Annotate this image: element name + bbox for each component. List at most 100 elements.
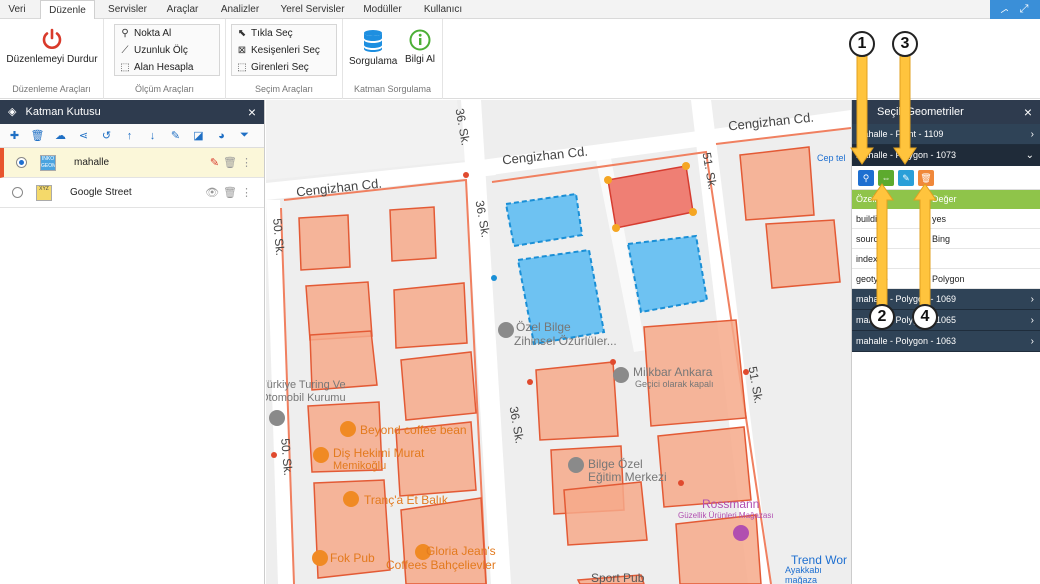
geometry-row[interactable]: mahalle - Polygon - 1063 › [852, 331, 1040, 352]
cursor-icon: ⬉ [237, 28, 247, 39]
attribute-key: source [856, 234, 884, 244]
place-label: Cep tel [817, 153, 846, 163]
attribute-key: index [856, 254, 878, 264]
database-icon [364, 30, 382, 52]
filter-icon[interactable]: ⏷ [233, 129, 256, 142]
query-group: Sorgulama Bilgi Al Katman Sorgulama [343, 19, 443, 99]
click-select-tool[interactable]: ⬉ Tıkla Seç [232, 25, 336, 42]
attribute-table-header: Özellik Değer [852, 190, 1040, 209]
query-label: Sorgulama [349, 56, 398, 67]
layer-panel-header: ◈ Katman Kutusu × [0, 100, 264, 124]
pencil-icon[interactable]: ✎ [210, 157, 223, 169]
layer-row-google-street[interactable]: XYZ Google Street 👁🗑⋮ [0, 178, 264, 208]
within-select-label: Girenleri Seç [251, 62, 309, 73]
intersect-select-tool[interactable]: ⊠ Kesişenleri Seç [232, 42, 336, 59]
trash-icon[interactable]: 🗑 [223, 157, 241, 169]
query-group-label: Katman Sorgulama [353, 84, 432, 94]
add-icon[interactable]: ✚ [3, 129, 26, 142]
info-label: Bilgi Al [404, 54, 435, 65]
attribute-row: geotype Polygon [852, 269, 1040, 289]
arrow-down-icon[interactable]: ↓ [141, 130, 164, 142]
pencil-icon[interactable]: ✎ [164, 129, 187, 142]
pencil-icon: ✎ [902, 173, 910, 183]
ribbon: Düzenlemeyi Durdur Düzenleme Araçları ⚲ N… [0, 19, 1040, 99]
area-tool[interactable]: ⬚ Alan Hesapla [115, 59, 219, 76]
place-label: Fok Pub [330, 551, 375, 565]
history-icon[interactable]: ↺ [95, 129, 118, 142]
selected-geometries-panel: Seçili Geometriler × mahalle - Point - 1… [851, 100, 1040, 584]
delete-geometry-button[interactable]: 🗑 [918, 170, 934, 186]
cloud-icon[interactable]: ☁ [49, 129, 72, 142]
trash-icon[interactable]: 🗑 [26, 129, 49, 142]
tab-moduller[interactable]: Modüller [355, 0, 410, 19]
map-view[interactable]: Cengizhan Cd. Cengizhan Cd. Cengizhan Cd… [266, 100, 851, 584]
chevron-right-icon: › [1030, 129, 1034, 140]
more-icon[interactable]: ⋮ [241, 187, 256, 199]
layer-radio[interactable] [16, 157, 27, 168]
flash-button[interactable]: ⇔ [878, 170, 894, 186]
length-tool[interactable]: ⟋ Uzunluk Ölç [115, 42, 219, 59]
layer-thumbnail: INKO GEOM [40, 155, 56, 171]
layer-actions: ✎🗑⋮ [210, 148, 256, 178]
trash-icon[interactable]: 🗑 [223, 187, 241, 199]
info-button[interactable]: Bilgi Al [401, 29, 439, 65]
share-icon[interactable]: ⋖ [72, 129, 95, 142]
query-button[interactable]: Sorgulama [349, 29, 397, 67]
geometry-row[interactable]: mahalle - Polygon - 1073 ⌄ [852, 145, 1040, 166]
chevron-right-icon: › [1030, 315, 1034, 326]
geometry-row-label: mahalle - Polygon - 1069 [856, 294, 957, 304]
tab-analizler[interactable]: Analizler [215, 0, 265, 19]
geometry-actions: ⚲ ⇔ ✎ 🗑 [852, 166, 1040, 190]
palette-icon[interactable]: ◕ [210, 130, 233, 142]
tab-kullanici[interactable]: Kullanıcı [418, 0, 468, 19]
chevron-right-icon: › [1030, 294, 1034, 305]
selected-panel-title: Seçili Geometriler [877, 106, 964, 118]
close-icon[interactable]: × [248, 100, 256, 124]
callout-badge: 1 [849, 31, 875, 57]
close-icon[interactable]: × [1024, 100, 1032, 124]
trash-icon: 🗑 [920, 173, 932, 183]
layer-row-mahalle[interactable]: INKO GEOM mahalle ✎🗑⋮ [0, 148, 264, 178]
tab-araclar[interactable]: Araçlar [160, 0, 205, 19]
place-label: Coffees Bahçelievler [386, 558, 496, 572]
chevron-right-icon: › [1030, 336, 1034, 347]
fullscreen-button[interactable]: ⤢ [1008, 0, 1040, 19]
stop-edit-button[interactable]: Düzenlemeyi Durdur [4, 27, 100, 65]
place-label: Diş Hekimi Murat [333, 446, 425, 460]
layers-icon[interactable]: ◪ [187, 129, 210, 142]
zoom-to-button[interactable]: ⚲ [858, 170, 874, 186]
geometry-row[interactable]: mahalle - Point - 1109 › [852, 124, 1040, 145]
edit-geometry-button[interactable]: ✎ [898, 170, 914, 186]
point-tool[interactable]: ⚲ Nokta Al [115, 25, 219, 42]
geometry-row-label: mahalle - Polygon - 1063 [856, 336, 957, 346]
attribute-row: building yes [852, 209, 1040, 229]
selected-panel-header: Seçili Geometriler × [852, 100, 1040, 124]
place-label: Rossmann [702, 497, 760, 511]
eye-icon[interactable]: 👁 [205, 187, 223, 199]
place-label: Gloria Jean's [426, 544, 496, 558]
more-icon[interactable]: ⋮ [241, 157, 256, 169]
callout-badge: 2 [869, 304, 895, 330]
map-pin-icon: ⚲ [121, 28, 129, 39]
place-label: Milkbar Ankara [633, 365, 713, 379]
geometry-row-label: mahalle - Point - 1109 [856, 129, 944, 139]
ruler-icon: ⟋ [121, 45, 129, 56]
layers-icon: ◈ [8, 106, 17, 118]
tab-yerel-servisler[interactable]: Yerel Servisler [275, 0, 350, 19]
select-tools-group: ⬉ Tıkla Seç ⊠ Kesişenleri Seç ⬚ Girenleri S… [226, 19, 343, 99]
tab-servisler[interactable]: Servisler [100, 0, 155, 19]
tab-veri[interactable]: Veri [2, 0, 32, 19]
car-icon: ⇔ [881, 173, 891, 183]
within-select-tool[interactable]: ⬚ Girenleri Seç [232, 59, 336, 76]
place-label: Memikoğlu [333, 460, 387, 472]
layer-thumbnail: XYZ [36, 185, 52, 201]
arrow-up-icon[interactable]: ↑ [118, 130, 141, 142]
measure-tools-box: ⚲ Nokta Al ⟋ Uzunluk Ölç ⬚ Alan Hesapla [114, 24, 220, 76]
area-tool-label: Alan Hesapla [134, 62, 194, 73]
attribute-value: Polygon [932, 274, 965, 284]
tab-duzenle[interactable]: Düzenle [40, 0, 95, 20]
layer-panel-title: Katman Kutusu [25, 106, 101, 118]
layer-radio[interactable] [12, 187, 23, 198]
length-tool-label: Uzunluk Ölç [134, 45, 188, 56]
click-select-label: Tıkla Seç [251, 28, 293, 39]
